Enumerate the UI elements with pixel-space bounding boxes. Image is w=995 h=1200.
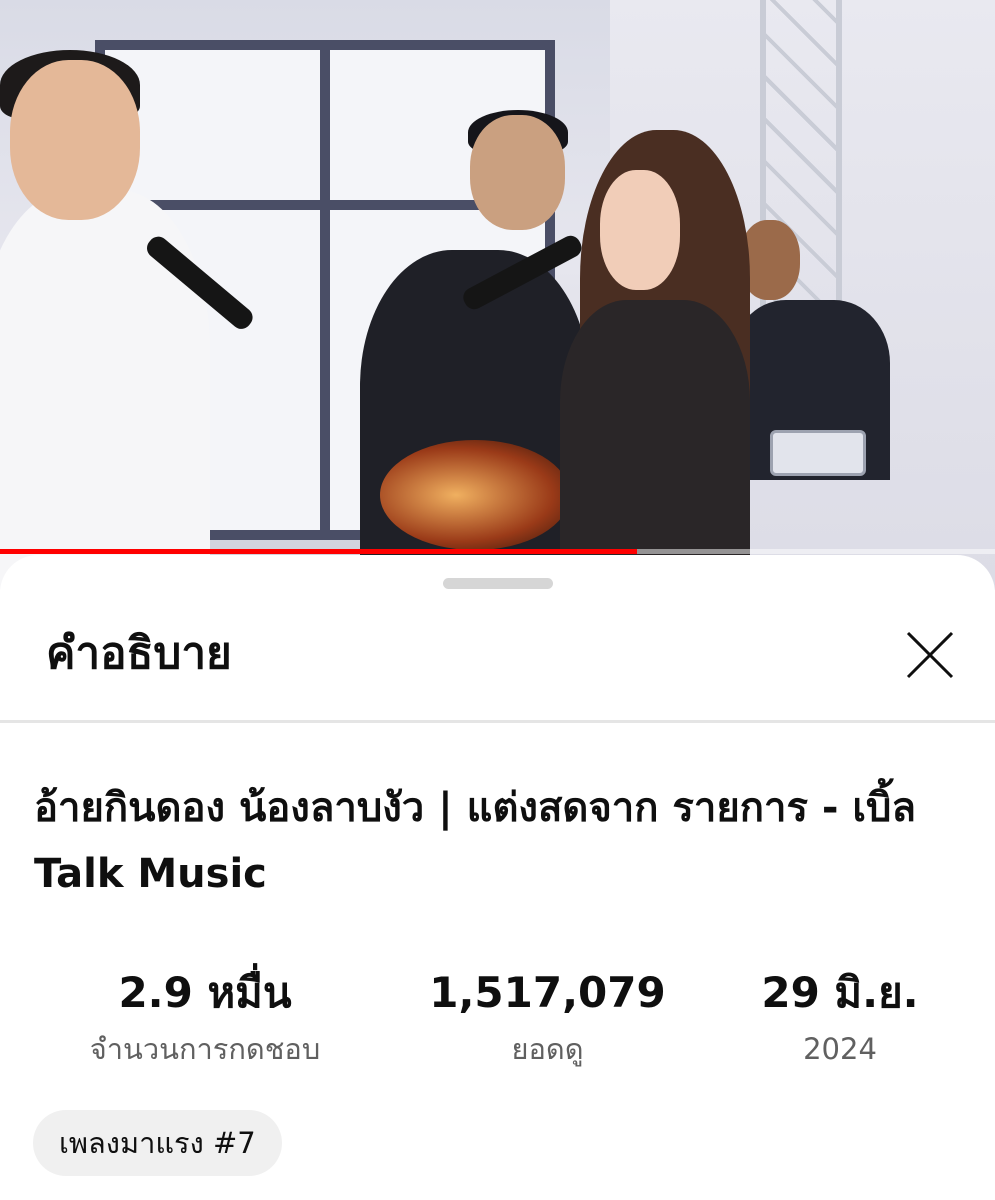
likes-stat: 2.9 หมื่น จำนวนการกดชอบ [60,957,350,1069]
sheet-drag-handle[interactable] [443,578,553,589]
publish-year: 2024 [803,1032,877,1066]
views-label: ยอดดู [511,1032,584,1066]
close-icon [906,631,954,679]
drum-kit [770,430,866,476]
publish-date-stat: 29 มิ.ย. 2024 [730,957,950,1069]
likes-label: จำนวนการกดชอบ [89,1032,321,1066]
likes-count: 2.9 หมื่น [118,968,292,1017]
video-title: อ้ายกินดอง น้องลาบงัว | แต่งสดจาก รายการ… [34,785,916,897]
description-sheet: คำอธิบาย อ้ายกินดอง น้องลาบงัว | แต่งสดจ… [0,555,995,1200]
video-progress-fill [0,549,637,554]
video-stats: 2.9 หมื่น จำนวนการกดชอบ 1,517,079 ยอดดู … [0,957,995,1087]
guitarist-head [470,115,565,230]
close-button[interactable] [892,617,968,693]
video-player[interactable] [0,0,995,590]
views-stat: 1,517,079 ยอดดู [400,957,695,1069]
video-progress-bar[interactable] [0,549,995,554]
female-singer-face [600,170,680,290]
female-singer-figure [560,300,750,590]
sheet-divider [0,720,995,723]
publish-date: 29 มิ.ย. [761,968,919,1017]
male-singer-head [10,60,140,220]
views-count: 1,517,079 [429,968,666,1017]
electric-guitar [380,440,570,550]
trending-chip[interactable]: เพลงมาแรง #7 [33,1110,282,1176]
sheet-title: คำอธิบาย [46,628,232,679]
